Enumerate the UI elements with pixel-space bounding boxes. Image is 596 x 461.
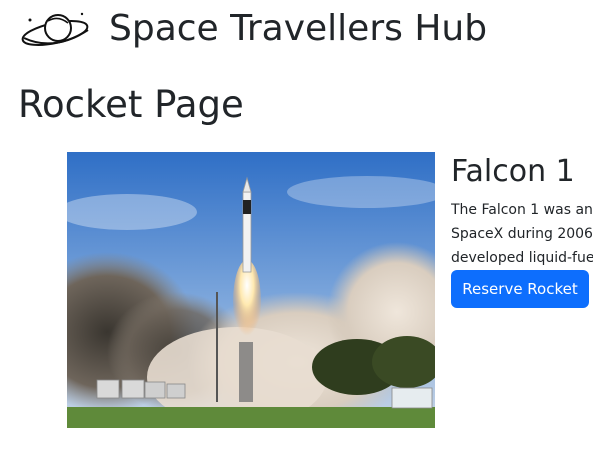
app-header: Space Travellers Hub — [18, 6, 487, 52]
rocket-description-line: SpaceX during 2006- — [451, 226, 593, 242]
rocket-description-line: The Falcon 1 was an — [451, 202, 593, 218]
rocket-description: The Falcon 1 was an SpaceX during 2006- … — [451, 198, 593, 270]
brand-title[interactable]: Space Travellers Hub — [109, 6, 487, 52]
planet-logo-icon[interactable] — [18, 6, 92, 52]
page-title: Rocket Page — [18, 83, 244, 126]
reserve-rocket-button[interactable]: Reserve Rocket — [451, 270, 589, 308]
rocket-name: Falcon 1 — [451, 154, 575, 189]
rocket-image — [67, 152, 435, 428]
rocket-description-line: developed liquid-fue — [451, 250, 593, 266]
